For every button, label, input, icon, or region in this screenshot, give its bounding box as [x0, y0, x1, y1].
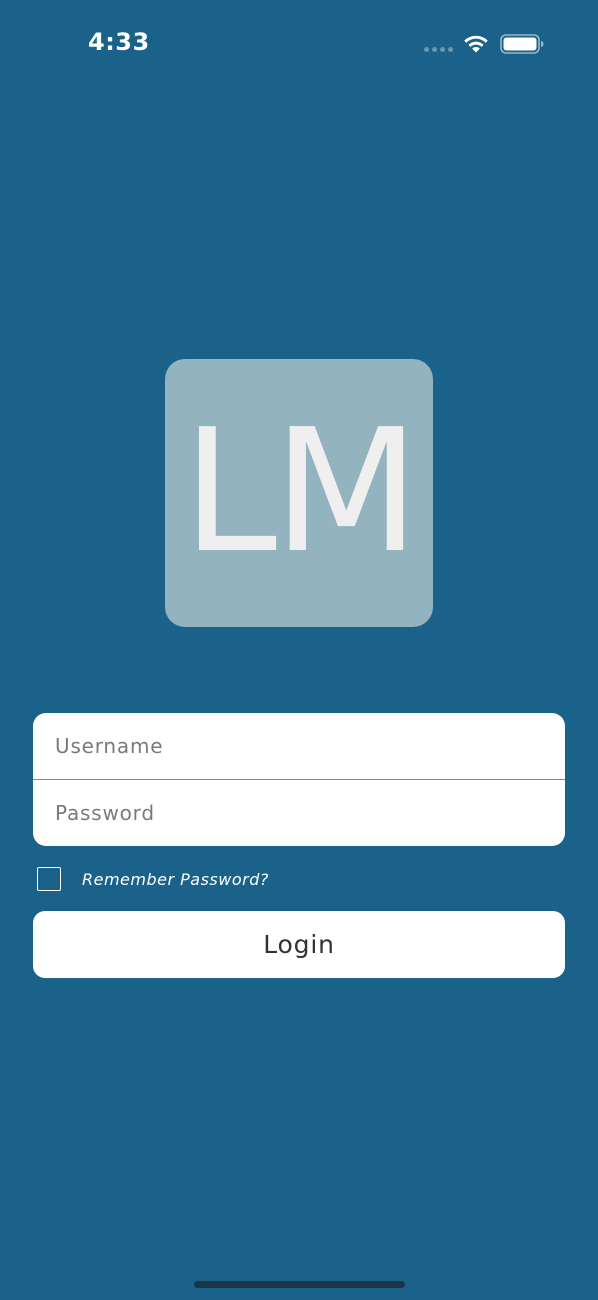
login-button[interactable]: Login — [33, 911, 565, 978]
remember-password-label: Remember Password? — [82, 869, 269, 889]
credentials-card — [33, 713, 565, 846]
battery-icon — [500, 34, 544, 54]
status-bar: 4:33 — [0, 0, 598, 90]
remember-password-row: Remember Password? — [37, 866, 269, 892]
remember-password-checkbox[interactable] — [37, 867, 61, 891]
username-input[interactable] — [33, 713, 565, 779]
status-time: 4:33 — [88, 28, 150, 56]
password-input[interactable] — [33, 780, 565, 846]
signal-dots-icon — [424, 47, 453, 52]
home-indicator — [194, 1281, 405, 1288]
wifi-icon — [464, 35, 488, 53]
app-logo: LM — [165, 359, 433, 627]
logo-text: LM — [182, 393, 419, 591]
